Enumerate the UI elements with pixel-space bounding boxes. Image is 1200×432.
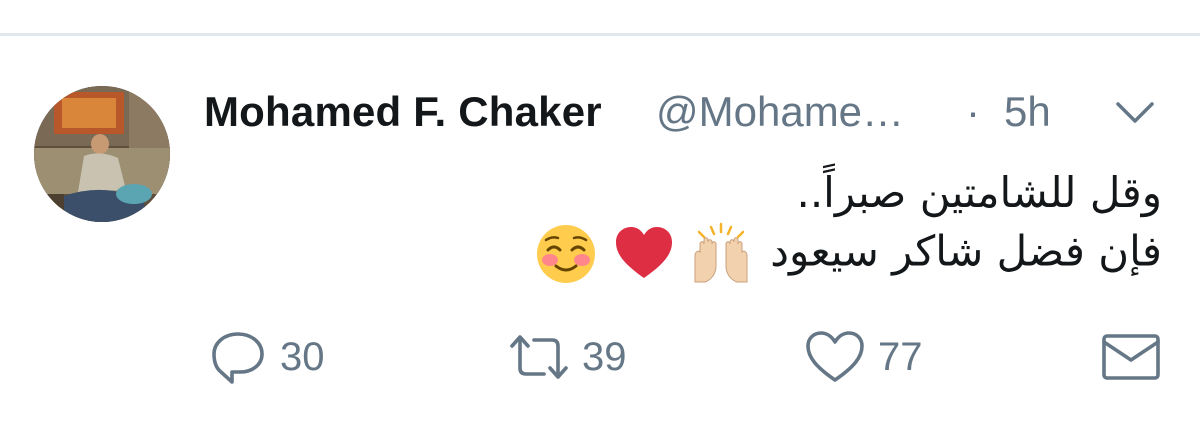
tweet-text: وقل للشامتين صبراً.. فإن فضل شاكر سيعود <box>262 164 1162 286</box>
red-heart-icon <box>612 222 676 286</box>
reply-button[interactable]: 30 <box>206 324 325 390</box>
heart-icon <box>802 324 868 390</box>
like-button[interactable]: 77 <box>802 324 923 390</box>
tweet-header: Mohamed F. Chaker @Mohame… · 5h <box>204 80 1164 140</box>
tweet-text-line-2: فإن فضل شاكر سيعود <box>262 222 1162 286</box>
author-handle[interactable]: @Mohame… <box>656 88 904 136</box>
avatar[interactable] <box>34 86 170 222</box>
direct-message-button[interactable] <box>1098 324 1164 390</box>
author-name[interactable]: Mohamed F. Chaker <box>204 88 602 136</box>
tweet-card[interactable]: Mohamed F. Chaker @Mohame… · 5h وقل للشا… <box>0 36 1200 432</box>
raising-hands-icon <box>689 222 753 286</box>
retweet-button[interactable]: 39 <box>506 324 627 390</box>
chevron-down-icon[interactable] <box>1110 94 1160 134</box>
reply-icon <box>206 324 270 390</box>
tweet-actions: 30 39 77 <box>0 324 1200 390</box>
reply-count: 30 <box>280 334 325 379</box>
retweet-count: 39 <box>582 334 627 379</box>
tweet-text-line-2-words: فإن فضل شاكر سيعود <box>770 226 1162 276</box>
header-separator: · <box>966 88 980 135</box>
like-count: 77 <box>878 334 923 379</box>
envelope-icon <box>1098 324 1164 390</box>
smiling-face-blush-icon <box>534 222 598 286</box>
tweet-text-line-1: وقل للشامتين صبراً.. <box>796 168 1162 217</box>
retweet-icon <box>506 324 572 390</box>
emoji-group <box>534 222 753 286</box>
timestamp[interactable]: 5h <box>1004 88 1051 136</box>
